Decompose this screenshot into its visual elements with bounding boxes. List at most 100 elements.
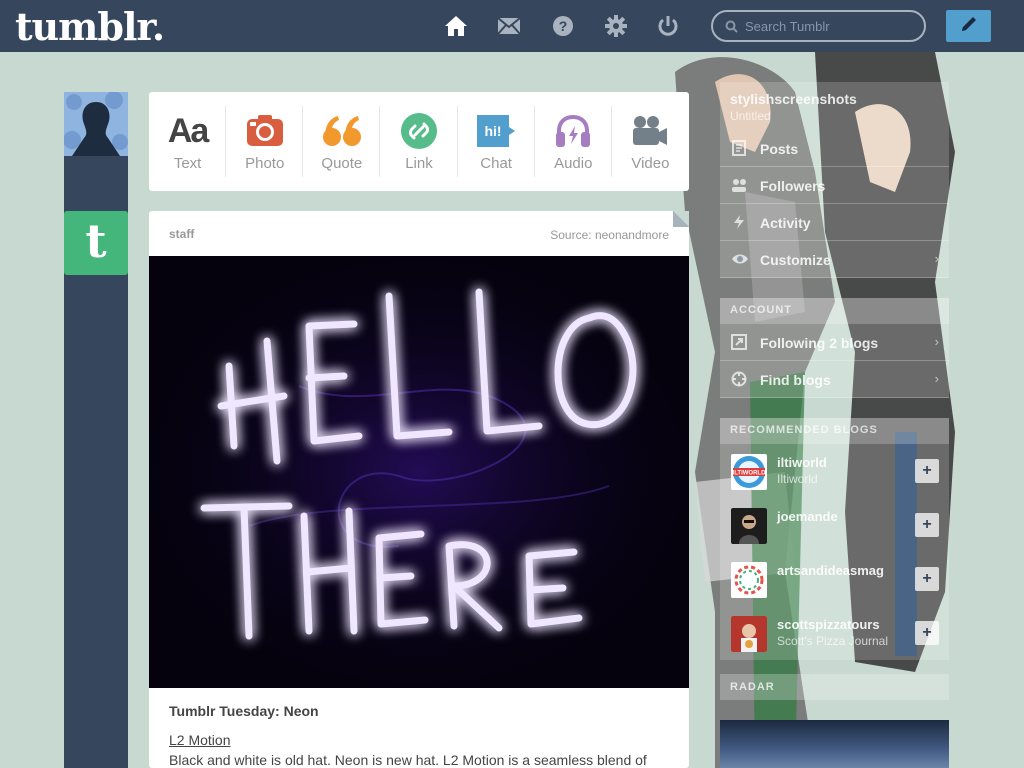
home-icon[interactable]	[444, 14, 468, 38]
post-type-label: Text	[173, 155, 202, 172]
blog-avatar[interactable]: ILTIWORLD	[731, 454, 767, 490]
top-bar: tumblr. ? Search Tumblr	[0, 0, 1024, 52]
svg-text:hi!: hi!	[485, 123, 502, 139]
recommended-blog-item[interactable]: artsandideasmag +	[720, 552, 949, 606]
compose-button[interactable]	[946, 10, 991, 42]
blog-avatar[interactable]	[731, 616, 767, 652]
account-header: ACCOUNT	[720, 298, 949, 324]
post-type-chat[interactable]: hi! Chat	[458, 92, 535, 191]
post-type-quote[interactable]: Quote	[303, 92, 381, 191]
blog-title: Scott's Pizza Journal	[777, 634, 889, 648]
mail-icon[interactable]	[497, 14, 521, 38]
posts-icon	[731, 140, 747, 161]
link-icon	[400, 111, 438, 151]
follow-button[interactable]: +	[915, 513, 939, 537]
sidebar-item-following[interactable]: Following 2 blogs ›	[720, 324, 949, 361]
chevron-right-icon: ›	[934, 371, 939, 386]
account-menu: ACCOUNT Following 2 blogs › Find blogs ›	[720, 298, 949, 398]
radar-post-image[interactable]	[720, 720, 949, 768]
followers-icon	[731, 177, 747, 198]
sidebar-item-label: Customize	[760, 252, 831, 268]
recommended-blog-item[interactable]: joemande +	[720, 498, 949, 552]
recommended-blog-item[interactable]: scottspizzatours Scott's Pizza Journal +	[720, 606, 949, 660]
post-type-label: Quote	[321, 155, 363, 172]
tumblr-t-icon: t	[76, 214, 116, 268]
sidebar-item-activity[interactable]: Activity	[720, 204, 949, 241]
recommended-blog-item[interactable]: ILTIWORLD iltiworld Iltiworld +	[720, 444, 949, 498]
post-type-label: Chat	[480, 155, 512, 172]
follow-button[interactable]: +	[915, 567, 939, 591]
left-rail	[64, 92, 128, 768]
post-type-audio[interactable]: Audio	[535, 92, 612, 191]
post-type-link[interactable]: Link	[380, 92, 458, 191]
compass-icon	[731, 371, 747, 392]
blog-menu: stylishscreenshots Untitled Posts Follow…	[720, 82, 949, 278]
post-source[interactable]: Source: neonandmore	[550, 228, 669, 242]
post-title: Tumblr Tuesday: Neon	[169, 703, 319, 719]
sidebar-item-customize[interactable]: Customize ›	[720, 241, 949, 278]
recommended-blogs: RECOMMENDED BLOGS ILTIWORLD iltiworld Il…	[720, 418, 949, 660]
blog-title-row[interactable]: stylishscreenshots Untitled	[720, 82, 949, 130]
post-type-label: Audio	[554, 155, 593, 172]
eye-icon	[731, 251, 749, 272]
tumblr-logo[interactable]: tumblr.	[15, 4, 165, 49]
chevron-right-icon: ›	[934, 334, 939, 349]
sidebar-item-label: Find blogs	[760, 372, 831, 388]
search-input[interactable]: Search Tumblr	[711, 10, 926, 42]
search-placeholder: Search Tumblr	[745, 19, 830, 34]
blog-title: Iltiworld	[777, 472, 818, 486]
sidebar-item-label: Following 2 blogs	[760, 335, 879, 351]
blog-name: stylishscreenshots	[730, 91, 857, 107]
radar-header: RADAR	[720, 674, 949, 700]
pencil-icon	[959, 14, 979, 39]
blog-name[interactable]: iltiworld	[777, 455, 827, 470]
svg-text:ILTIWORLD: ILTIWORLD	[733, 471, 767, 477]
post-body: Black and white is old hat. Neon is new …	[169, 752, 647, 768]
post-type-photo[interactable]: Photo	[226, 92, 304, 191]
user-avatar[interactable]	[64, 92, 128, 156]
sidebar-item-label: Posts	[760, 141, 799, 157]
text-icon: Aa	[167, 111, 209, 150]
blog-avatar[interactable]	[731, 508, 767, 544]
post-type-label: Video	[631, 155, 670, 172]
blog-name[interactable]: joemande	[777, 509, 838, 524]
post-type-label: Photo	[245, 155, 285, 172]
camera-icon	[246, 111, 284, 151]
search-icon	[725, 20, 738, 38]
sidebar-item-followers[interactable]: Followers	[720, 167, 949, 204]
post-type-label: Link	[405, 155, 433, 172]
right-sidebar: stylishscreenshots Untitled Posts Follow…	[720, 82, 949, 660]
settings-icon[interactable]	[604, 14, 628, 38]
chevron-right-icon: ›	[934, 251, 939, 266]
help-icon[interactable]: ?	[551, 14, 575, 38]
quote-icon	[322, 111, 362, 151]
video-camera-icon	[631, 111, 669, 151]
sidebar-item-label: Followers	[760, 178, 826, 194]
blog-name[interactable]: artsandideasmag	[777, 563, 884, 578]
recommended-header: RECOMMENDED BLOGS	[720, 418, 949, 444]
blog-subtitle: Untitled	[730, 109, 771, 123]
post-corner-fold	[673, 211, 689, 227]
post-type-bar: Aa Text Photo Quote Link hi! Chat Audio	[149, 92, 689, 191]
headphones-icon	[554, 111, 592, 151]
post-photo[interactable]	[149, 256, 689, 688]
blog-avatar[interactable]	[731, 562, 767, 598]
staff-avatar[interactable]: t	[64, 211, 128, 275]
post-type-text[interactable]: Aa Text	[149, 92, 227, 191]
blog-name[interactable]: scottspizzatours	[777, 617, 880, 632]
follow-button[interactable]: +	[915, 459, 939, 483]
power-icon[interactable]	[656, 14, 680, 38]
sidebar-item-find-blogs[interactable]: Find blogs ›	[720, 361, 949, 398]
sidebar-item-label: Activity	[760, 215, 811, 231]
post-link[interactable]: L2 Motion	[169, 732, 230, 748]
svg-text:t: t	[85, 219, 107, 263]
post-author[interactable]: staff	[169, 227, 194, 241]
dashboard-post: staff Source: neonandmore Tumblr Tuesday…	[149, 211, 689, 768]
follow-button[interactable]: +	[915, 621, 939, 645]
chat-icon: hi!	[476, 111, 516, 151]
activity-icon	[731, 214, 747, 235]
post-type-video[interactable]: Video	[612, 92, 689, 191]
sidebar-item-posts[interactable]: Posts	[720, 130, 949, 167]
following-icon	[731, 334, 747, 355]
svg-text:?: ?	[559, 18, 568, 34]
